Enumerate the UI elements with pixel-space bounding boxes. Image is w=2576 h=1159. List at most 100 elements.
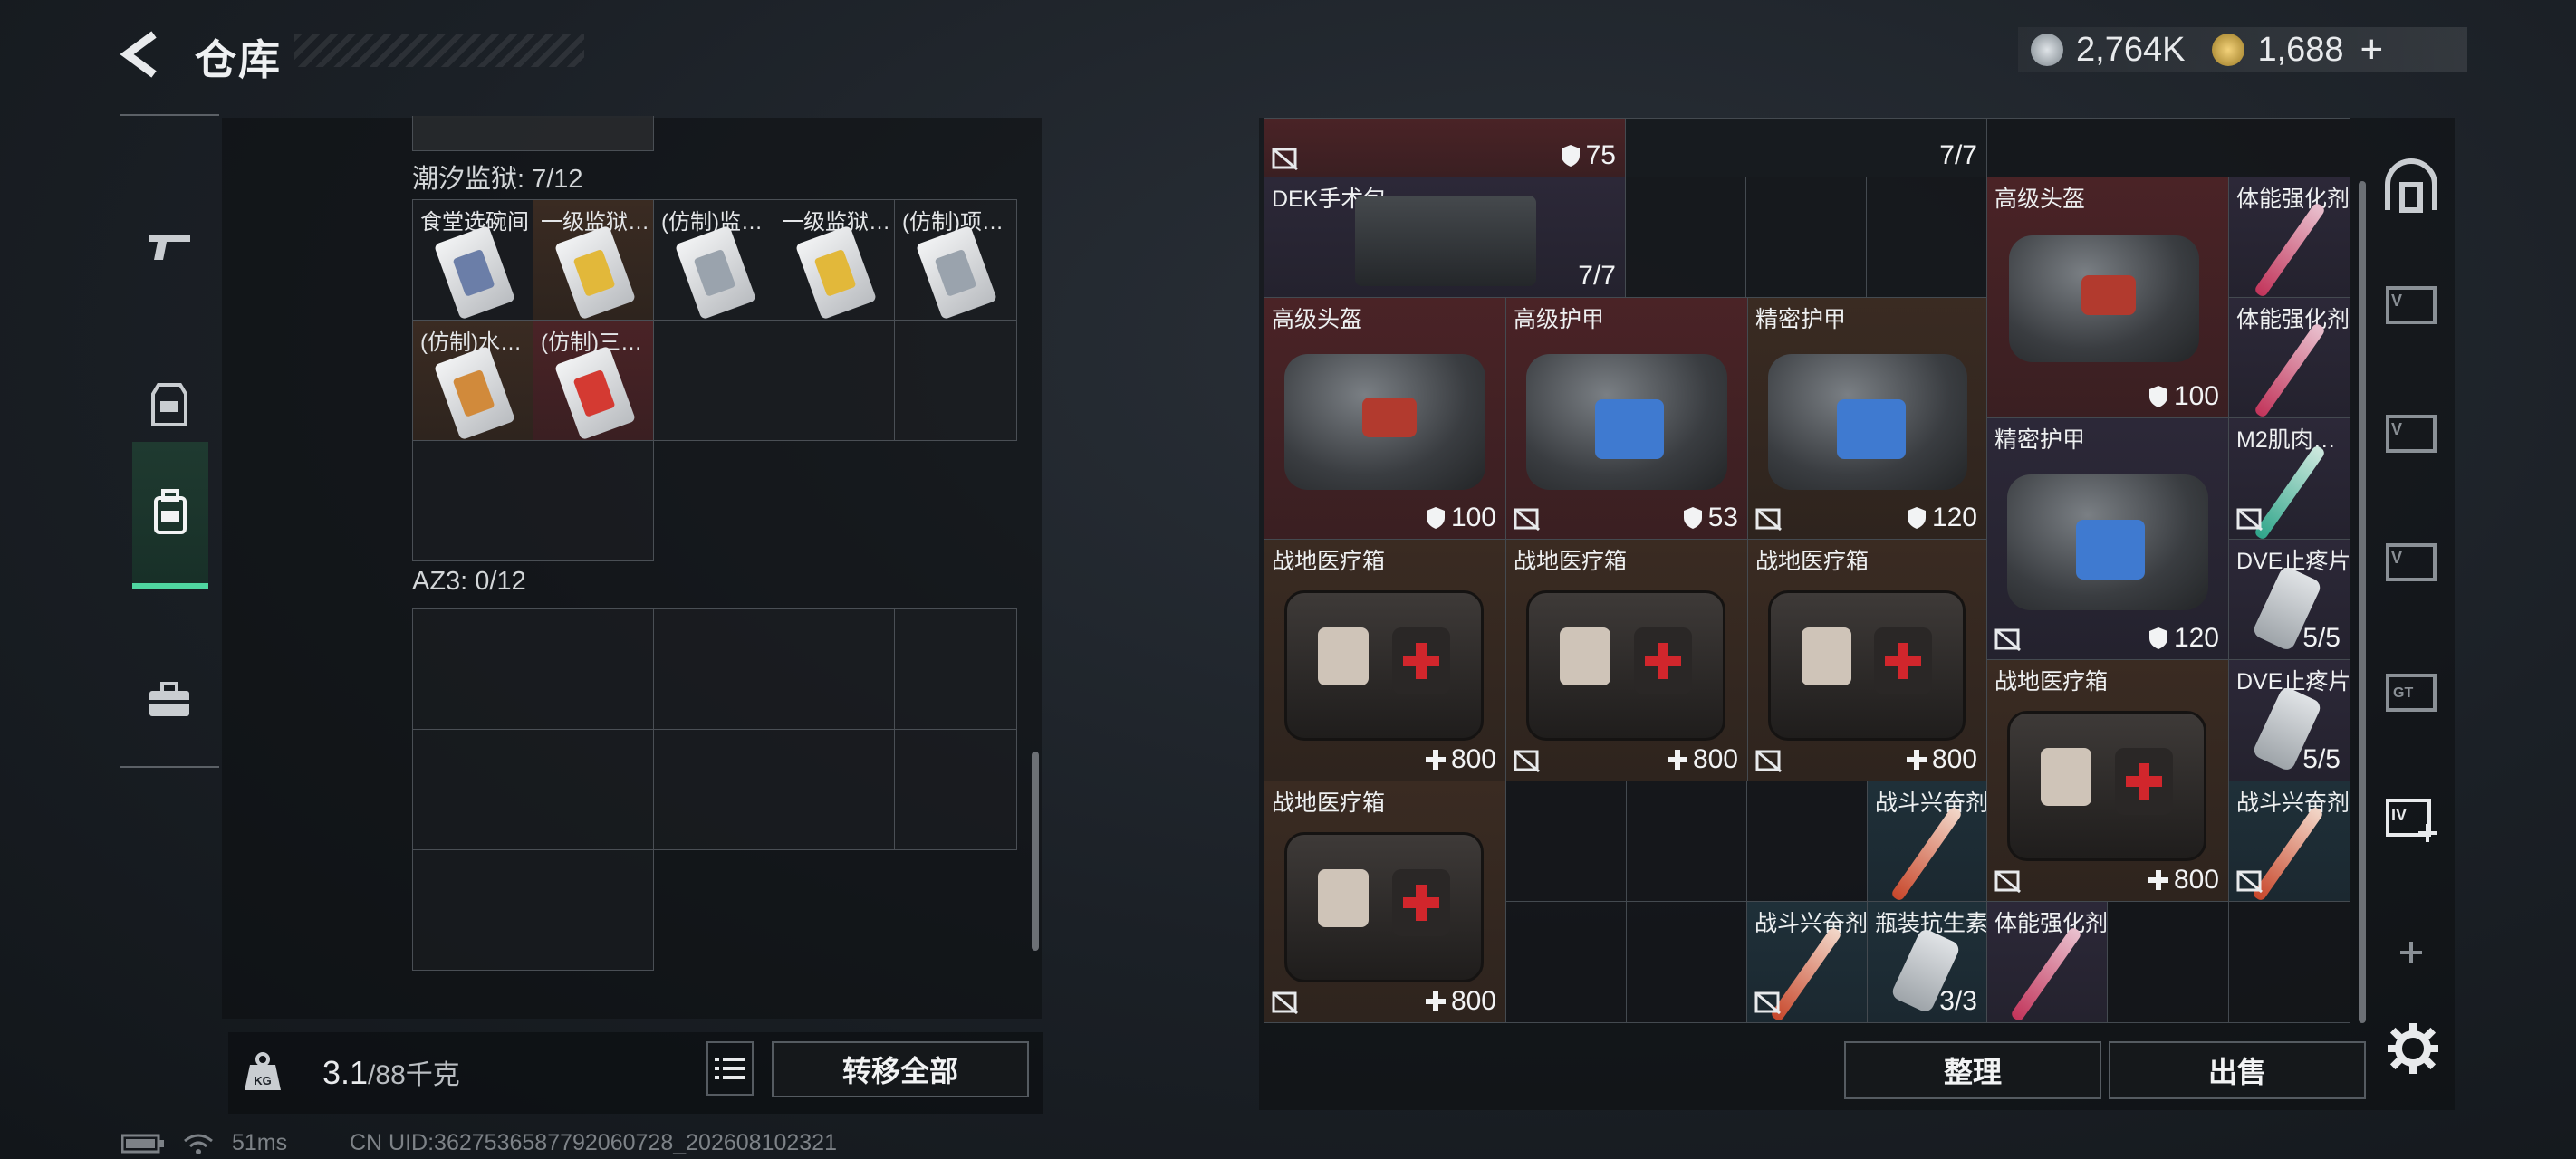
side-menu: V V V GT IV	[2366, 127, 2456, 1032]
grid-item-combat-stim[interactable]: 战斗兴奋剂	[1746, 901, 1868, 1023]
grid-item-armor[interactable]: 精密护甲 120	[1986, 417, 2229, 660]
vcard-icon[interactable]: V	[2382, 404, 2440, 462]
item-label: 战地医疗箱	[1272, 790, 1386, 816]
empty-slot[interactable]	[894, 320, 1017, 441]
back-arrow-icon	[120, 31, 157, 78]
empty-slot[interactable]	[774, 320, 895, 441]
medkit-icon	[2007, 711, 2206, 861]
empty-slot[interactable]	[1625, 177, 1746, 298]
list-view-button[interactable]	[706, 1041, 754, 1096]
grid-item[interactable]: (仿制)水…	[412, 320, 533, 441]
empty-slot[interactable]	[894, 729, 1017, 850]
sell-button[interactable]: 出售	[2109, 1041, 2366, 1099]
item-label: 精密护甲	[1994, 427, 2086, 453]
grid-item-painkiller[interactable]: DVE止疼片 5/5	[2228, 539, 2350, 660]
grid-item-medkit[interactable]: 战地医疗箱 800	[1986, 659, 2229, 902]
item-label: 体能强化剂	[1994, 911, 2108, 936]
no-insure-icon	[1994, 870, 2021, 894]
scrollbar[interactable]	[2359, 181, 2366, 1023]
empty-slot[interactable]	[412, 849, 533, 971]
sort-button[interactable]: 整理	[1844, 1041, 2101, 1099]
grid-item-stim[interactable]: 体能强化剂	[1986, 901, 2108, 1023]
empty-slot[interactable]	[533, 608, 654, 730]
grid-item-stim[interactable]: 体能强化剂	[2228, 297, 2350, 418]
keycard-icon	[433, 345, 516, 440]
empty-slot[interactable]	[2228, 901, 2350, 1023]
grid-item-helmet[interactable]: 高级头盔 100	[1986, 177, 2229, 418]
grid-item-stim[interactable]: 体能强化剂	[2228, 177, 2350, 298]
empty-slot[interactable]	[533, 729, 654, 850]
hideout-icon[interactable]	[2382, 158, 2440, 216]
category-backpack[interactable]	[132, 442, 208, 589]
empty-slot[interactable]	[412, 440, 533, 561]
empty-slot[interactable]	[1505, 781, 1627, 902]
empty-slot[interactable]	[894, 608, 1017, 730]
grid-item-helmet[interactable]: 高级头盔 100	[1264, 297, 1506, 540]
empty-slot[interactable]	[1626, 781, 1747, 902]
grid-item-painkiller[interactable]: DVE止疼片 5/5	[2228, 659, 2350, 781]
grid-item-partial[interactable]: 75	[1264, 118, 1626, 177]
empty-slot[interactable]	[1866, 177, 1987, 298]
grid-item[interactable]: (仿制)三…	[533, 320, 654, 441]
grid-item-dek-kit[interactable]: DEK手术包 7/7	[1264, 177, 1626, 298]
back-button[interactable]	[118, 27, 163, 81]
grid-item-medkit[interactable]: 战地医疗箱 800	[1747, 539, 1987, 781]
empty-slot[interactable]	[1986, 118, 2350, 177]
grid-item-armor[interactable]: 高级护甲 53	[1505, 297, 1748, 540]
syringe-icon	[2253, 444, 2327, 539]
svg-text:V: V	[2391, 549, 2402, 567]
empty-slot[interactable]	[1505, 901, 1627, 1023]
grid-item[interactable]: 食堂选碗间	[412, 199, 533, 321]
vest-icon	[151, 383, 187, 426]
empty-slot[interactable]	[653, 729, 774, 850]
category-briefcase[interactable]	[130, 632, 208, 768]
iv-plus-icon[interactable]: IV	[2382, 788, 2440, 846]
scrollbar[interactable]	[1032, 752, 1039, 951]
add-currency-button[interactable]: +	[2360, 27, 2384, 72]
empty-slot[interactable]	[2107, 901, 2229, 1023]
empty-slot[interactable]	[1626, 901, 1747, 1023]
empty-slot[interactable]	[412, 608, 533, 730]
empty-slot[interactable]	[1746, 781, 1868, 902]
plus-icon[interactable]	[2382, 924, 2440, 982]
heal-value: 800	[1667, 744, 1738, 775]
grid-item[interactable]: 一级监狱…	[774, 199, 895, 321]
empty-slot[interactable]	[774, 729, 895, 850]
empty-slot[interactable]	[412, 729, 533, 850]
grid-item[interactable]: (仿制)监…	[653, 199, 774, 321]
helmet-bag-icon	[1284, 354, 1485, 490]
empty-slot[interactable]	[653, 608, 774, 730]
grid-item[interactable]: (仿制)项…	[894, 199, 1017, 321]
grid-item-medkit[interactable]: 战地医疗箱 800	[1264, 781, 1506, 1023]
category-weapons[interactable]	[130, 179, 208, 315]
grid-item-medkit[interactable]: 战地医疗箱 800	[1264, 539, 1506, 781]
grid-item-combat-stim[interactable]: 战斗兴奋剂	[2228, 781, 2350, 902]
armor-bag-icon	[1526, 354, 1727, 490]
empty-slot[interactable]	[533, 849, 654, 971]
grid-item[interactable]: 一级监狱…	[533, 199, 654, 321]
no-insure-icon	[1994, 628, 2021, 652]
grid-item-armor[interactable]: 精密护甲 120	[1747, 297, 1987, 540]
settings-button[interactable]	[2386, 1021, 2440, 1076]
transfer-all-button[interactable]: 转移全部	[772, 1041, 1029, 1097]
heal-value: 800	[2148, 865, 2219, 896]
empty-slot[interactable]	[653, 320, 774, 441]
weight-capacity: /88千克	[368, 1060, 460, 1090]
grid-item-antibiotic[interactable]: 瓶装抗生素 3/3	[1867, 901, 1987, 1023]
gtickets-icon[interactable]: GT	[2382, 663, 2440, 721]
vcard-icon[interactable]: V	[2382, 275, 2440, 333]
grid-item-combat-stim[interactable]: 战斗兴奋剂	[1867, 781, 1987, 902]
syringe-icon	[2009, 925, 2083, 1022]
grid-item-medkit[interactable]: 战地医疗箱 800	[1505, 539, 1748, 781]
empty-slot[interactable]	[1745, 177, 1867, 298]
empty-slot[interactable]	[533, 440, 654, 561]
title-decoration	[294, 34, 584, 67]
medkit-icon	[1284, 590, 1484, 741]
empty-slot[interactable]	[774, 608, 895, 730]
shield-icon	[1683, 507, 1702, 529]
armor-bag-icon	[1768, 354, 1967, 490]
grid-item-partial[interactable]: 7/7	[1625, 118, 1987, 177]
heal-value: 800	[1425, 744, 1496, 775]
grid-item-m2[interactable]: M2肌肉…	[2228, 417, 2350, 540]
vcard-icon[interactable]: V	[2382, 532, 2440, 590]
